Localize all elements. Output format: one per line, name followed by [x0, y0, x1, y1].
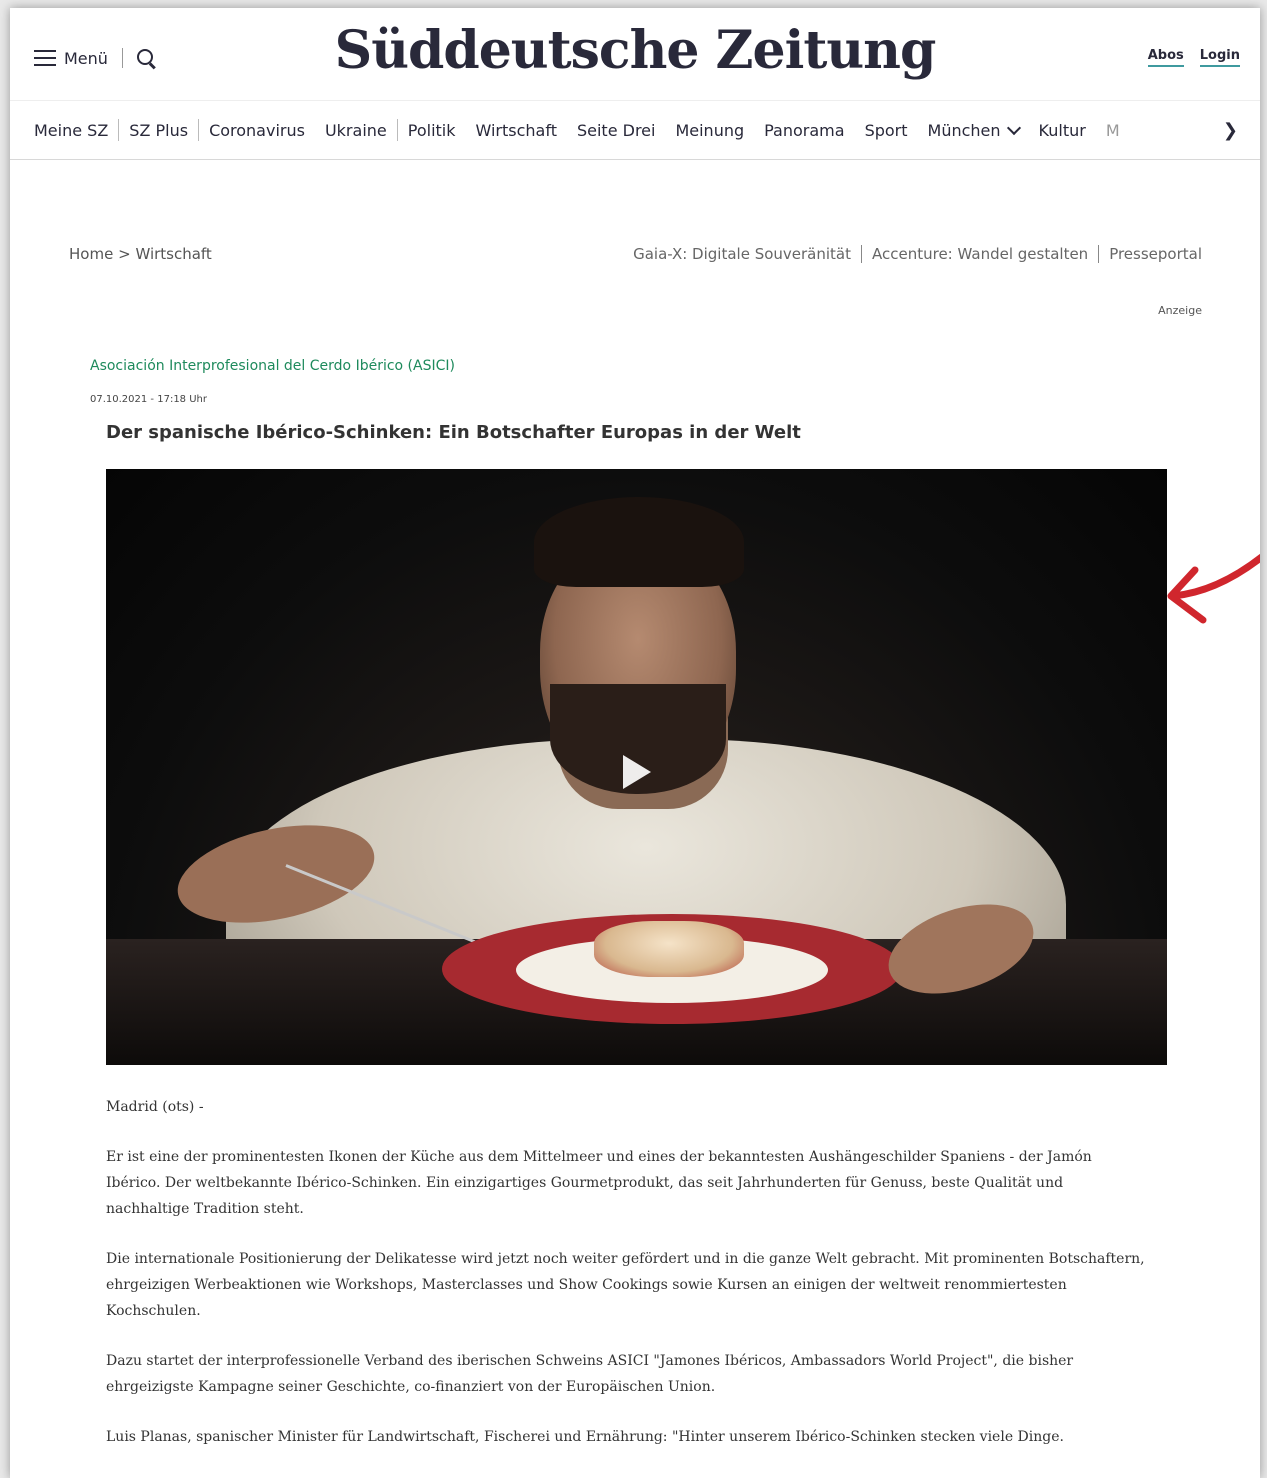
article-paragraph: Madrid (ots) - [106, 1099, 204, 1115]
breadcrumb-section[interactable]: Wirtschaft [135, 245, 211, 263]
nav-item-panorama[interactable]: Panorama [754, 121, 854, 140]
partner-link-presseportal[interactable]: Presseportal [1098, 245, 1202, 263]
play-icon[interactable] [623, 755, 651, 789]
nav-item-truncated[interactable]: M [1096, 121, 1130, 140]
article-paragraph: Er ist eine der prominentesten Ikonen de… [106, 1149, 1092, 1217]
article-body: Madrid (ots) - Er ist eine der prominent… [106, 1094, 1146, 1474]
partner-links: Gaia-X: Digitale Souveränität Accenture:… [623, 245, 1202, 263]
site-header: Menü Süddeutsche Zeitung Abos Login [10, 8, 1260, 100]
main-nav: Meine SZ SZ Plus Coronavirus Ukraine Pol… [10, 100, 1260, 160]
nav-item-politik[interactable]: Politik [398, 121, 466, 140]
breadcrumb-separator: > [118, 245, 131, 263]
account-links: Abos Login [1147, 48, 1240, 67]
nav-item-meine-sz[interactable]: Meine SZ [34, 121, 118, 140]
article-paragraph: Dazu startet der interprofessionelle Ver… [106, 1353, 1074, 1395]
article-headline: Der spanische Ibérico-Schinken: Ein Bots… [106, 422, 801, 443]
article-paragraph: Die internationale Positionierung der De… [106, 1251, 1145, 1319]
site-logo[interactable]: Süddeutsche Zeitung [10, 20, 1260, 81]
article-paragraph: Luis Planas, spanischer Minister für Lan… [106, 1429, 1064, 1445]
nav-item-meinung[interactable]: Meinung [665, 121, 754, 140]
chevron-right-icon[interactable]: ❯ [1200, 101, 1260, 159]
ad-label: Anzeige [1158, 304, 1202, 317]
page-frame: Menü Süddeutsche Zeitung Abos Login Mein… [10, 8, 1260, 1478]
login-link[interactable]: Login [1199, 48, 1240, 67]
arrow-annotation [1167, 553, 1260, 624]
video-player[interactable] [106, 469, 1167, 1065]
nav-item-sport[interactable]: Sport [855, 121, 918, 140]
breadcrumb-home[interactable]: Home [69, 245, 113, 263]
video-frame-shape [594, 921, 744, 977]
article-date: 07.10.2021 - 17:18 Uhr [90, 394, 207, 405]
abos-link[interactable]: Abos [1147, 48, 1184, 67]
nav-item-wirtschaft[interactable]: Wirtschaft [466, 121, 567, 140]
video-frame-shape [534, 497, 744, 587]
nav-item-muenchen-label: München [927, 120, 1001, 140]
breadcrumb: Home > Wirtschaft [69, 245, 212, 263]
partner-link-gaia-x[interactable]: Gaia-X: Digitale Souveränität [623, 245, 861, 263]
chevron-down-icon [1006, 120, 1021, 135]
partner-link-accenture[interactable]: Accenture: Wandel gestalten [861, 245, 1098, 263]
article-source[interactable]: Asociación Interprofesional del Cerdo Ib… [90, 358, 455, 374]
nav-item-kultur[interactable]: Kultur [1029, 121, 1096, 140]
nav-item-muenchen[interactable]: München [918, 120, 1029, 140]
nav-item-coronavirus[interactable]: Coronavirus [199, 121, 315, 140]
nav-item-sz-plus[interactable]: SZ Plus [119, 121, 198, 140]
nav-item-seite-drei[interactable]: Seite Drei [567, 121, 665, 140]
nav-item-ukraine[interactable]: Ukraine [315, 121, 397, 140]
